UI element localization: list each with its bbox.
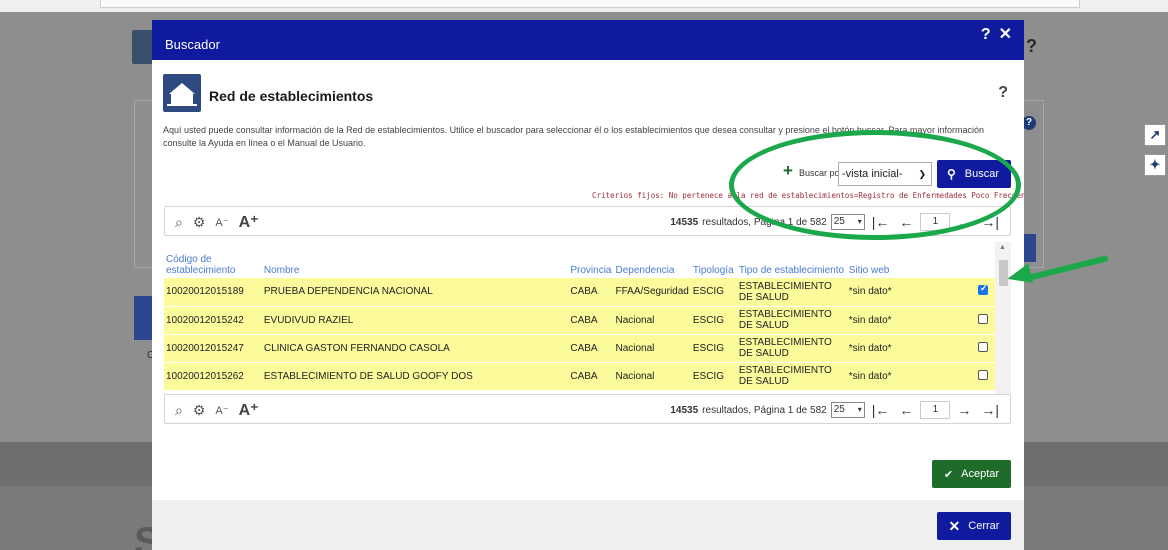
cerrar-button[interactable]: ✕ Cerrar (937, 512, 1011, 540)
page-size-value: 25 (833, 404, 845, 415)
zoom-icon[interactable]: ⌕ (175, 214, 183, 231)
column-header[interactable]: Nombre (262, 242, 568, 278)
modal-help-icon[interactable]: ? (981, 26, 993, 43)
modal-footer (152, 500, 1024, 550)
cell-codigo: 10020012015189 (164, 278, 262, 307)
cell-dependencia: Nacional (613, 362, 691, 391)
aceptar-button-label: Aceptar (961, 468, 1000, 480)
font-increase-icon[interactable]: A⁺ (239, 400, 259, 420)
buscador-modal: Buscador ? ✕ Red de establecimientos ? Aq… (152, 20, 1024, 550)
row-checkbox[interactable] (977, 283, 988, 296)
modal-header: Buscador ? ✕ (152, 20, 1024, 60)
cell-nombre: ESTABLECIMIENTO DE SALUD GOOFY DOS (261, 362, 569, 391)
zoom-icon[interactable]: ⌕ (175, 402, 183, 419)
external-link-icon[interactable]: ↗ (1144, 124, 1166, 146)
prev-page-icon[interactable]: ← (899, 402, 913, 418)
cerrar-button-label: Cerrar (968, 520, 1000, 532)
cell-provincia: CABA (568, 362, 614, 391)
page-input[interactable]: 1 (920, 401, 951, 419)
background-logo (132, 30, 154, 64)
cell-tipologia: ESCIG (690, 278, 737, 307)
cell-codigo: 10020012015262 (164, 362, 262, 391)
column-header[interactable]: Sitio web (847, 242, 976, 278)
modal-title: Buscador (165, 36, 220, 52)
background-help-circle-icon: ? (1022, 116, 1036, 130)
cell-web: *sin dato* (846, 306, 976, 335)
check-icon: ✔ (943, 468, 954, 481)
table-header-row: Código de establecimiento Nombre Provinc… (164, 242, 995, 278)
cell-nombre: PRUEBA DEPENDENCIA NACIONAL (261, 278, 569, 307)
table-row[interactable]: 10020012015262 ESTABLECIMIENTO DE SALUD … (164, 362, 995, 391)
establishments-icon (163, 74, 201, 112)
cell-nombre: EVUDIVUD RAZIEL (261, 306, 569, 335)
gear-icon[interactable]: ⚙ (193, 402, 206, 419)
results-toolbar-bottom: ⌕ ⚙ A⁻ A⁺ 14535 resultados, Página 1 de … (164, 394, 1011, 424)
row-checkbox[interactable] (977, 369, 988, 380)
row-checkbox[interactable] (977, 313, 988, 324)
scroll-up-icon[interactable]: ▲ (999, 244, 1006, 251)
results-table: Código de establecimiento Nombre Provinc… (164, 242, 1011, 410)
font-decrease-icon[interactable]: A⁻ (215, 216, 228, 229)
cell-tipologia: ESCIG (690, 306, 737, 335)
font-decrease-icon[interactable]: A⁻ (215, 404, 228, 417)
section-help-icon[interactable]: ? (998, 84, 1008, 102)
column-header[interactable]: Tipo de establecimiento (737, 242, 847, 278)
gear-icon[interactable]: ⚙ (193, 214, 206, 231)
background-topbar (0, 0, 1168, 12)
table-row[interactable]: 10020012015242 EVUDIVUD RAZIEL CABA Naci… (164, 306, 995, 335)
chevron-down-icon: ▾ (857, 405, 862, 414)
next-page-icon[interactable]: → (957, 402, 971, 418)
font-increase-icon[interactable]: A⁺ (239, 212, 259, 232)
column-header[interactable]: Código de establecimiento (164, 242, 262, 278)
cell-dependencia: FFAA/Seguridad (613, 278, 691, 307)
cell-web: *sin dato* (846, 278, 976, 307)
column-header[interactable]: Dependencia (613, 242, 690, 278)
aceptar-button[interactable]: ✔ Aceptar (932, 460, 1011, 488)
cell-provincia: CABA (568, 334, 614, 363)
cell-dependencia: Nacional (613, 306, 691, 335)
cell-dependencia: Nacional (613, 334, 691, 363)
background-blue-block (134, 296, 152, 340)
last-page-icon[interactable]: →| (981, 402, 999, 418)
cell-provincia: CABA (568, 306, 614, 335)
modal-close-icon[interactable]: ✕ (999, 26, 1014, 43)
cell-tipo: ESTABLECIMIENTO DE SALUD (736, 362, 847, 391)
column-header[interactable]: Provincia (568, 242, 613, 278)
cell-codigo: 10020012015242 (164, 306, 262, 335)
close-icon: ✕ (948, 517, 961, 534)
cell-nombre: CLINICA GASTON FERNANDO CASOLA (261, 334, 569, 363)
cell-web: *sin dato* (846, 362, 976, 391)
page-size-select[interactable]: 25 ▾ (830, 402, 865, 418)
table-row[interactable]: 10020012015189 PRUEBA DEPENDENCIA NACION… (164, 278, 995, 307)
section-title: Red de establecimientos (209, 88, 374, 104)
background-help-icon: ? (1026, 36, 1037, 56)
cell-tipologia: ESCIG (690, 362, 737, 391)
row-checkbox[interactable] (977, 341, 988, 352)
cell-codigo: 10020012015247 (164, 334, 262, 363)
column-header[interactable]: Tipología (691, 242, 737, 278)
annotation-ellipse (729, 130, 1021, 240)
results-text: resultados, Página 1 de 582 (702, 404, 827, 416)
cell-web: *sin dato* (846, 334, 976, 363)
cell-tipo: ESTABLECIMIENTO DE SALUD (736, 334, 847, 363)
cell-tipo: ESTABLECIMIENTO DE SALUD (736, 278, 847, 307)
table-row[interactable]: 10020012015247 CLINICA GASTON FERNANDO C… (164, 334, 995, 363)
chat-icon[interactable]: ✦ (1144, 154, 1166, 176)
results-total: 14535 (670, 404, 699, 416)
results-total: 14535 (670, 216, 699, 228)
first-page-icon[interactable]: |← (872, 402, 890, 418)
cell-tipo: ESTABLECIMIENTO DE SALUD (736, 306, 847, 335)
cell-tipologia: ESCIG (690, 334, 737, 363)
cell-provincia: CABA (568, 278, 614, 307)
